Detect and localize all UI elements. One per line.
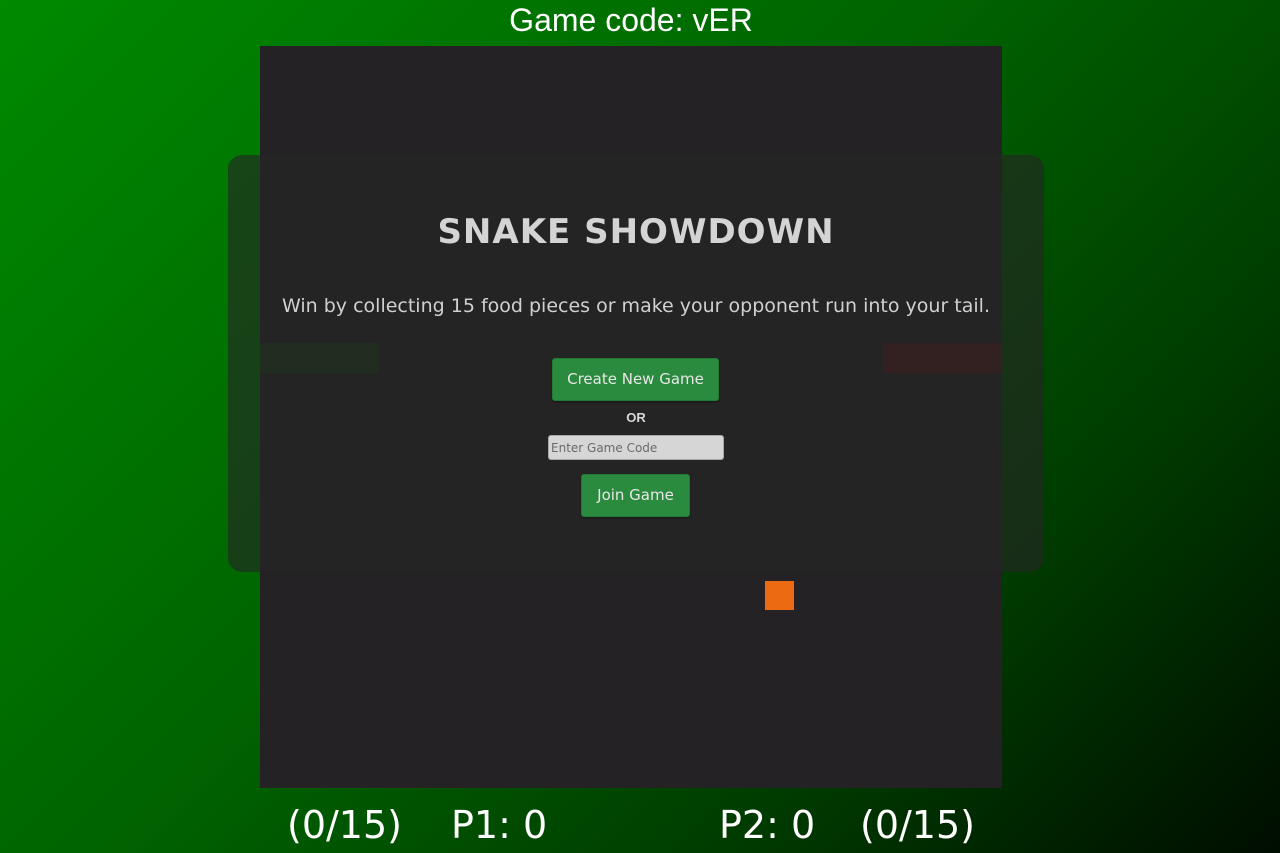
game-code-label: Game code: vER	[509, 2, 753, 38]
join-game-button[interactable]: Join Game	[581, 474, 690, 517]
player2-progress: (0/15)	[860, 803, 975, 847]
game-code-input[interactable]	[548, 435, 724, 460]
game-description: Win by collecting 15 food pieces or make…	[282, 295, 990, 317]
food-piece	[765, 581, 794, 610]
player2-score: P2: 0	[719, 803, 816, 847]
start-menu-modal: SNAKE SHOWDOWN Win by collecting 15 food…	[228, 155, 1044, 572]
or-divider-label: OR	[626, 410, 646, 425]
game-title: SNAKE SHOWDOWN	[437, 212, 835, 252]
player1-progress: (0/15)	[287, 803, 402, 847]
create-new-game-button[interactable]: Create New Game	[552, 358, 719, 401]
player1-score: P1: 0	[451, 803, 548, 847]
